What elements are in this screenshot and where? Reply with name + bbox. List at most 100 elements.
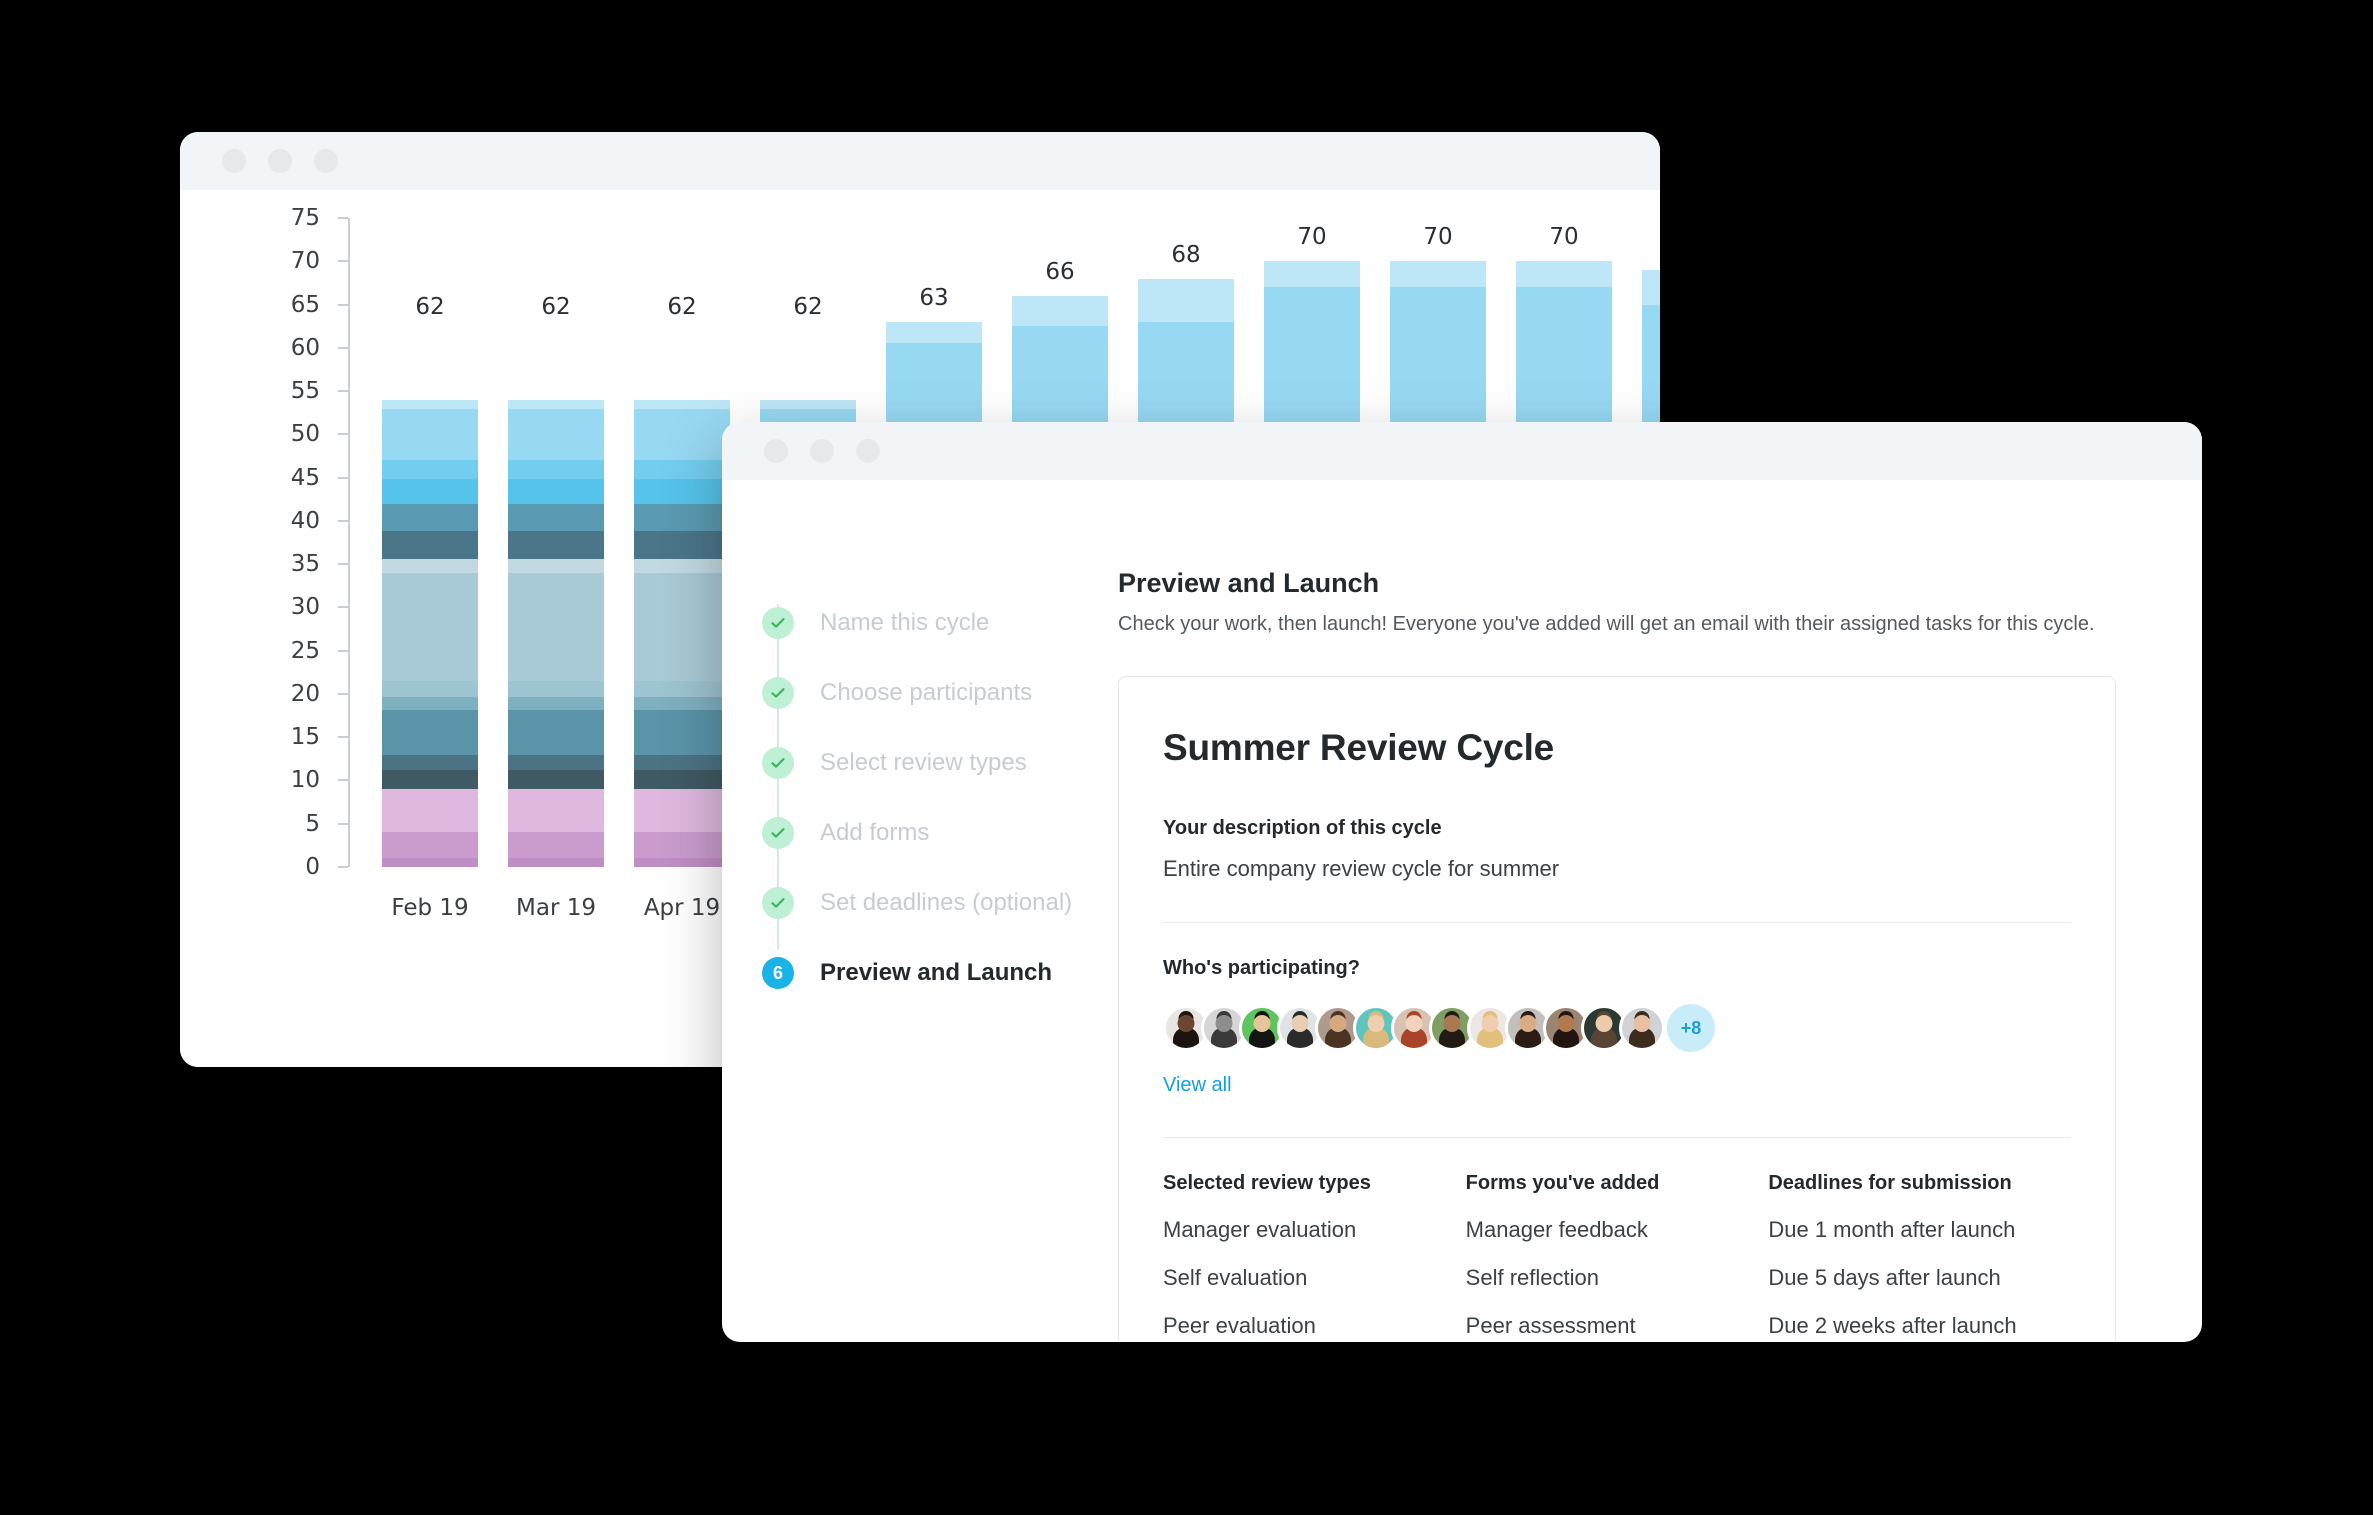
check-icon — [762, 817, 794, 849]
bar-segment — [886, 321, 982, 344]
y-axis-tick-mark — [338, 692, 348, 695]
participants-label: Who's participating? — [1163, 957, 1360, 979]
stepper-item-set-deadlines-optional[interactable]: Set deadlines (optional) — [762, 868, 1072, 938]
bar-segment — [508, 789, 604, 833]
stepper-item-name-this-cycle[interactable]: Name this cycle — [762, 588, 1072, 658]
bar-segment — [1138, 278, 1234, 322]
bar-segment — [634, 832, 730, 859]
y-axis-tick-label: 75 — [290, 205, 320, 231]
chart-window-titlebar — [180, 132, 1660, 190]
bar-segment — [634, 408, 730, 461]
avatar-head — [1215, 1015, 1233, 1032]
bar-segment — [508, 696, 604, 710]
minimize-icon[interactable] — [810, 439, 834, 463]
bar-segment — [382, 709, 478, 755]
bar-segment — [382, 559, 478, 573]
avatar-head — [1177, 1015, 1195, 1032]
cycle-summary-card: Summer Review Cycle Your description of … — [1118, 676, 2116, 1342]
bar-segment — [508, 408, 604, 461]
bar-segment — [634, 709, 730, 755]
avatar-head — [1253, 1015, 1271, 1032]
bar-segment — [508, 479, 604, 504]
summary-column-item: Peer evaluation — [1163, 1313, 1316, 1338]
y-axis-tick-mark — [338, 260, 348, 263]
check-icon — [762, 607, 794, 639]
bar-segment — [508, 559, 604, 573]
bar-segment — [634, 559, 730, 573]
avatar-head — [1329, 1015, 1347, 1032]
maximize-icon[interactable] — [314, 149, 338, 173]
bar-apr-19[interactable]: 62 — [634, 294, 730, 867]
bar-segment — [760, 399, 856, 409]
y-axis-tick-label: 0 — [305, 854, 320, 880]
bar-feb-19[interactable]: 62 — [382, 294, 478, 867]
avatar[interactable] — [1619, 1005, 1665, 1051]
y-axis-line — [348, 218, 350, 867]
step-number: 6 — [772, 963, 783, 983]
bar-segment — [382, 479, 478, 504]
x-axis-tick-label: Mar 19 — [516, 895, 596, 921]
summary-column: Selected review types Manager evaluation S… — [1163, 1172, 1466, 1342]
y-axis-tick-label: 20 — [290, 680, 320, 707]
participants-block: Who's participating? +8 View all — [1163, 957, 2071, 1097]
bar-segment — [382, 789, 478, 833]
stepper-item-label: Choose participants — [820, 679, 1033, 706]
bar-segment — [382, 531, 478, 560]
stepper-item-label: Preview and Launch — [820, 959, 1053, 986]
close-icon[interactable] — [764, 439, 788, 463]
avatar-head — [1367, 1015, 1385, 1032]
bar-segment — [382, 503, 478, 532]
stepper-item-label: Name this cycle — [820, 609, 990, 636]
bar-segment — [634, 503, 730, 532]
bar-segment — [508, 572, 604, 682]
y-axis-tick-mark — [338, 519, 348, 522]
bar-segment — [382, 681, 478, 697]
bar-total-label: 62 — [541, 293, 571, 320]
bar-total-label: 62 — [415, 293, 445, 320]
stepper-item-select-review-types[interactable]: Select review types — [762, 728, 1072, 798]
bar-segment — [508, 754, 604, 771]
close-icon[interactable] — [222, 149, 246, 173]
y-axis-tick-mark — [338, 346, 348, 349]
summary-column-item: Peer assessment — [1465, 1313, 1636, 1338]
y-axis-tick-label: 70 — [290, 248, 320, 275]
y-axis-tick-label: 60 — [290, 334, 320, 361]
y-axis-tick-label: 45 — [290, 464, 320, 491]
stepper-item-add-forms[interactable]: Add forms — [762, 798, 1072, 868]
review-window-body: Name this cycle Choose participants Select… — [722, 480, 2202, 1342]
summary-columns: Selected review types Manager evaluation S… — [1163, 1172, 2071, 1342]
check-icon — [762, 887, 794, 919]
y-axis-tick-label: 30 — [290, 594, 320, 621]
y-axis-tick-label: 10 — [290, 767, 320, 794]
description-value: Entire company review cycle for summer — [1163, 856, 1560, 881]
y-axis-tick-mark — [338, 390, 348, 393]
y-axis-tick-mark — [338, 606, 348, 609]
maximize-icon[interactable] — [856, 439, 880, 463]
avatar-head — [1595, 1015, 1613, 1032]
stepper-item-preview-and-launch[interactable]: 6 Preview and Launch — [762, 938, 1072, 1008]
x-axis-tick-label: Feb 19 — [391, 895, 469, 921]
bar-total-label: 68 — [1171, 241, 1201, 268]
avatar-head — [1291, 1015, 1309, 1032]
avatar-head — [1443, 1015, 1461, 1032]
bar-total-label: 69 — [1642, 233, 1660, 259]
summary-column-item: Manager evaluation — [1163, 1217, 1357, 1242]
bar-segment — [508, 832, 604, 859]
bar-mar-19[interactable]: 62 — [508, 294, 604, 867]
avatar-head — [1519, 1015, 1537, 1032]
bar-segment — [634, 399, 730, 409]
y-axis-tick-mark — [338, 217, 348, 219]
view-all-link[interactable]: View all — [1163, 1074, 1232, 1097]
minimize-icon[interactable] — [268, 149, 292, 173]
avatar-group: +8 — [1163, 1004, 2071, 1052]
bar-segment — [634, 789, 730, 833]
bar-segment — [382, 399, 478, 409]
summary-column-heading: Selected review types — [1163, 1172, 1371, 1194]
y-axis-tick-mark — [338, 866, 348, 868]
bar-segment — [382, 572, 478, 682]
avatar-overflow-badge[interactable]: +8 — [1667, 1004, 1715, 1052]
y-axis-tick-label: 25 — [290, 637, 320, 664]
stepper-item-label: Set deadlines (optional) — [820, 889, 1073, 916]
bar-segment — [382, 754, 478, 771]
stepper-item-choose-participants[interactable]: Choose participants — [762, 658, 1072, 728]
